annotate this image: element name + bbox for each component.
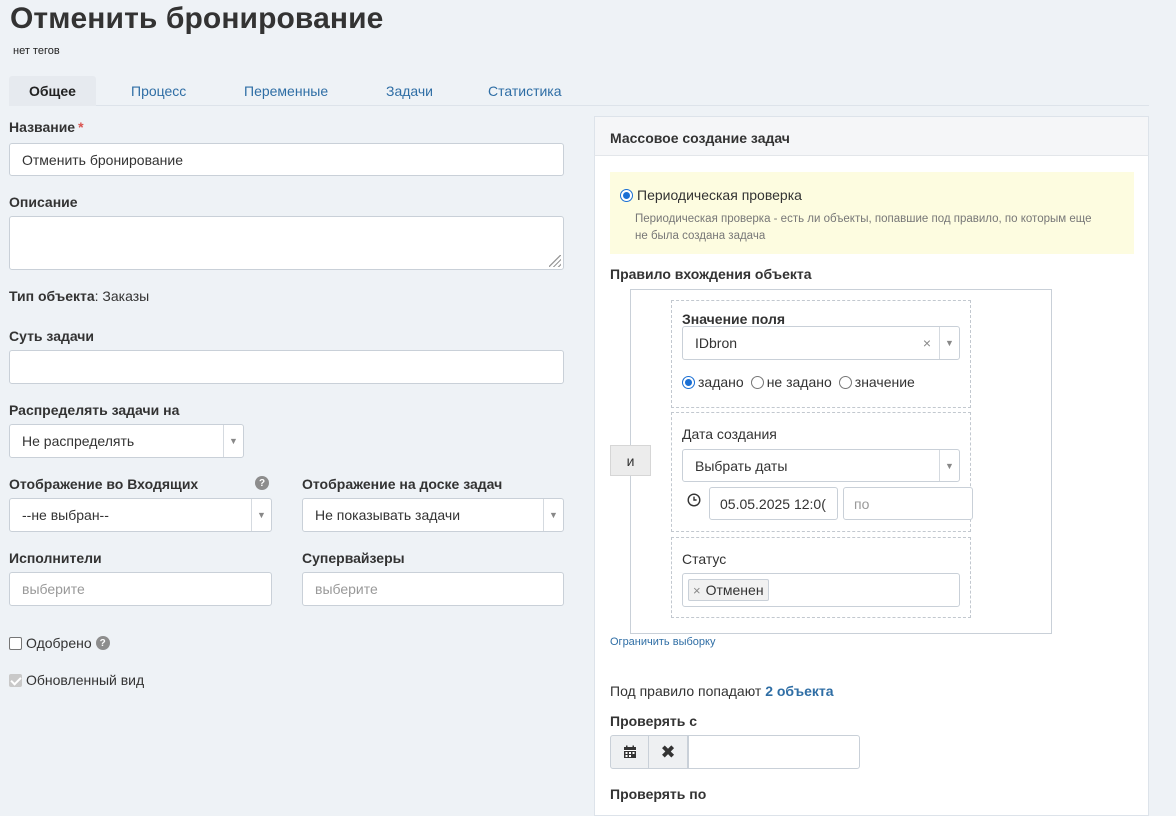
created-date-label: Дата создания — [682, 426, 777, 442]
tab-bar: Общее Процесс Переменные Задачи Статисти… — [9, 76, 1149, 106]
essence-label: Суть задачи — [9, 328, 95, 344]
status-multiselect[interactable]: × Отменен — [682, 573, 960, 607]
periodic-radio[interactable] — [620, 188, 633, 202]
close-icon: ✖ — [660, 741, 676, 762]
essence-input[interactable] — [9, 350, 564, 384]
distribute-select[interactable]: Не распределять ▼ — [9, 424, 244, 458]
calendar-button[interactable] — [610, 735, 649, 769]
radio-value[interactable] — [838, 375, 852, 389]
tab-process[interactable]: Процесс — [131, 76, 186, 106]
field-value-select[interactable]: IDbron × ▼ — [682, 326, 960, 360]
field-value-label: Значение поля — [682, 311, 786, 327]
page-title: Отменить бронирование — [10, 2, 384, 35]
tab-variables[interactable]: Переменные — [244, 76, 328, 106]
date-to-input[interactable]: по — [843, 487, 973, 520]
remove-icon[interactable]: × — [693, 583, 701, 598]
radio-not-set[interactable] — [750, 375, 764, 389]
radio-set[interactable] — [682, 375, 695, 389]
check-from-input[interactable] — [688, 735, 860, 769]
and-operator-button[interactable]: и — [610, 445, 651, 476]
chevron-down-icon: ▼ — [251, 499, 271, 531]
chevron-down-icon: ▼ — [543, 499, 563, 531]
field-value-radios: задано не задано значение — [682, 374, 915, 390]
updated-view-label: Обновленный вид — [26, 672, 145, 688]
tab-general[interactable]: Общее — [9, 76, 96, 106]
description-textarea[interactable] — [9, 216, 564, 270]
rule-label: Правило вхождения объекта — [610, 266, 812, 282]
check-to-label: Проверять по — [610, 786, 707, 802]
date-from-input[interactable]: 05.05.2025 12:0( — [709, 487, 838, 520]
periodic-check-option[interactable]: Периодическая проверка — [620, 187, 802, 203]
inbox-select[interactable]: --не выбран-- ▼ — [9, 498, 272, 532]
status-label: Статус — [682, 551, 727, 567]
updated-view-checkbox — [9, 673, 22, 687]
executors-label: Исполнители — [9, 550, 102, 566]
resize-grip-icon[interactable] — [549, 255, 561, 267]
help-icon[interactable]: ? — [255, 476, 269, 490]
chevron-down-icon: ▼ — [939, 450, 959, 481]
description-label: Описание — [9, 194, 78, 210]
executors-input[interactable]: выберите — [9, 572, 272, 606]
approved-row: Одобрено ? — [9, 635, 110, 651]
inbox-label: Отображение во Входящих — [9, 476, 199, 492]
chevron-down-icon: ▼ — [223, 425, 243, 457]
supervisors-input[interactable]: выберите — [302, 572, 564, 606]
limit-selection-link[interactable]: Ограничить выборку — [610, 636, 715, 648]
object-type: Тип объекта: Заказы — [9, 288, 150, 304]
tags-label[interactable]: нет тегов — [13, 45, 60, 57]
name-label: Название * — [9, 119, 84, 135]
tab-statistics[interactable]: Статистика — [488, 76, 562, 106]
rule-count-link[interactable]: 2 объекта — [765, 683, 833, 699]
check-from-label: Проверять с — [610, 713, 698, 729]
chevron-down-icon: ▼ — [939, 327, 959, 359]
rule-count: Под правило попадают 2 объекта — [610, 683, 834, 699]
board-label: Отображение на доске задач — [302, 476, 503, 492]
updated-view-row: Обновленный вид — [9, 672, 144, 688]
clear-date-button[interactable]: ✖ — [649, 735, 688, 769]
periodic-description: Периодическая проверка - есть ли объекты… — [635, 213, 1092, 242]
approved-label: Одобрено — [26, 635, 92, 651]
distribute-label: Распределять задачи на — [9, 402, 180, 418]
help-icon[interactable]: ? — [95, 636, 110, 650]
tab-tasks[interactable]: Задачи — [386, 76, 433, 106]
name-input[interactable]: Отменить бронирование — [9, 143, 564, 176]
clear-icon[interactable]: × — [923, 335, 931, 351]
status-chip: × Отменен — [688, 579, 769, 601]
clock-icon — [687, 493, 701, 507]
supervisors-label: Супервайзеры — [302, 550, 405, 566]
board-select[interactable]: Не показывать задачи ▼ — [302, 498, 564, 532]
panel-title: Массовое создание задач — [610, 130, 790, 146]
calendar-icon — [623, 745, 636, 758]
approved-checkbox[interactable] — [9, 636, 22, 650]
created-date-select[interactable]: Выбрать даты ▼ — [682, 449, 960, 482]
